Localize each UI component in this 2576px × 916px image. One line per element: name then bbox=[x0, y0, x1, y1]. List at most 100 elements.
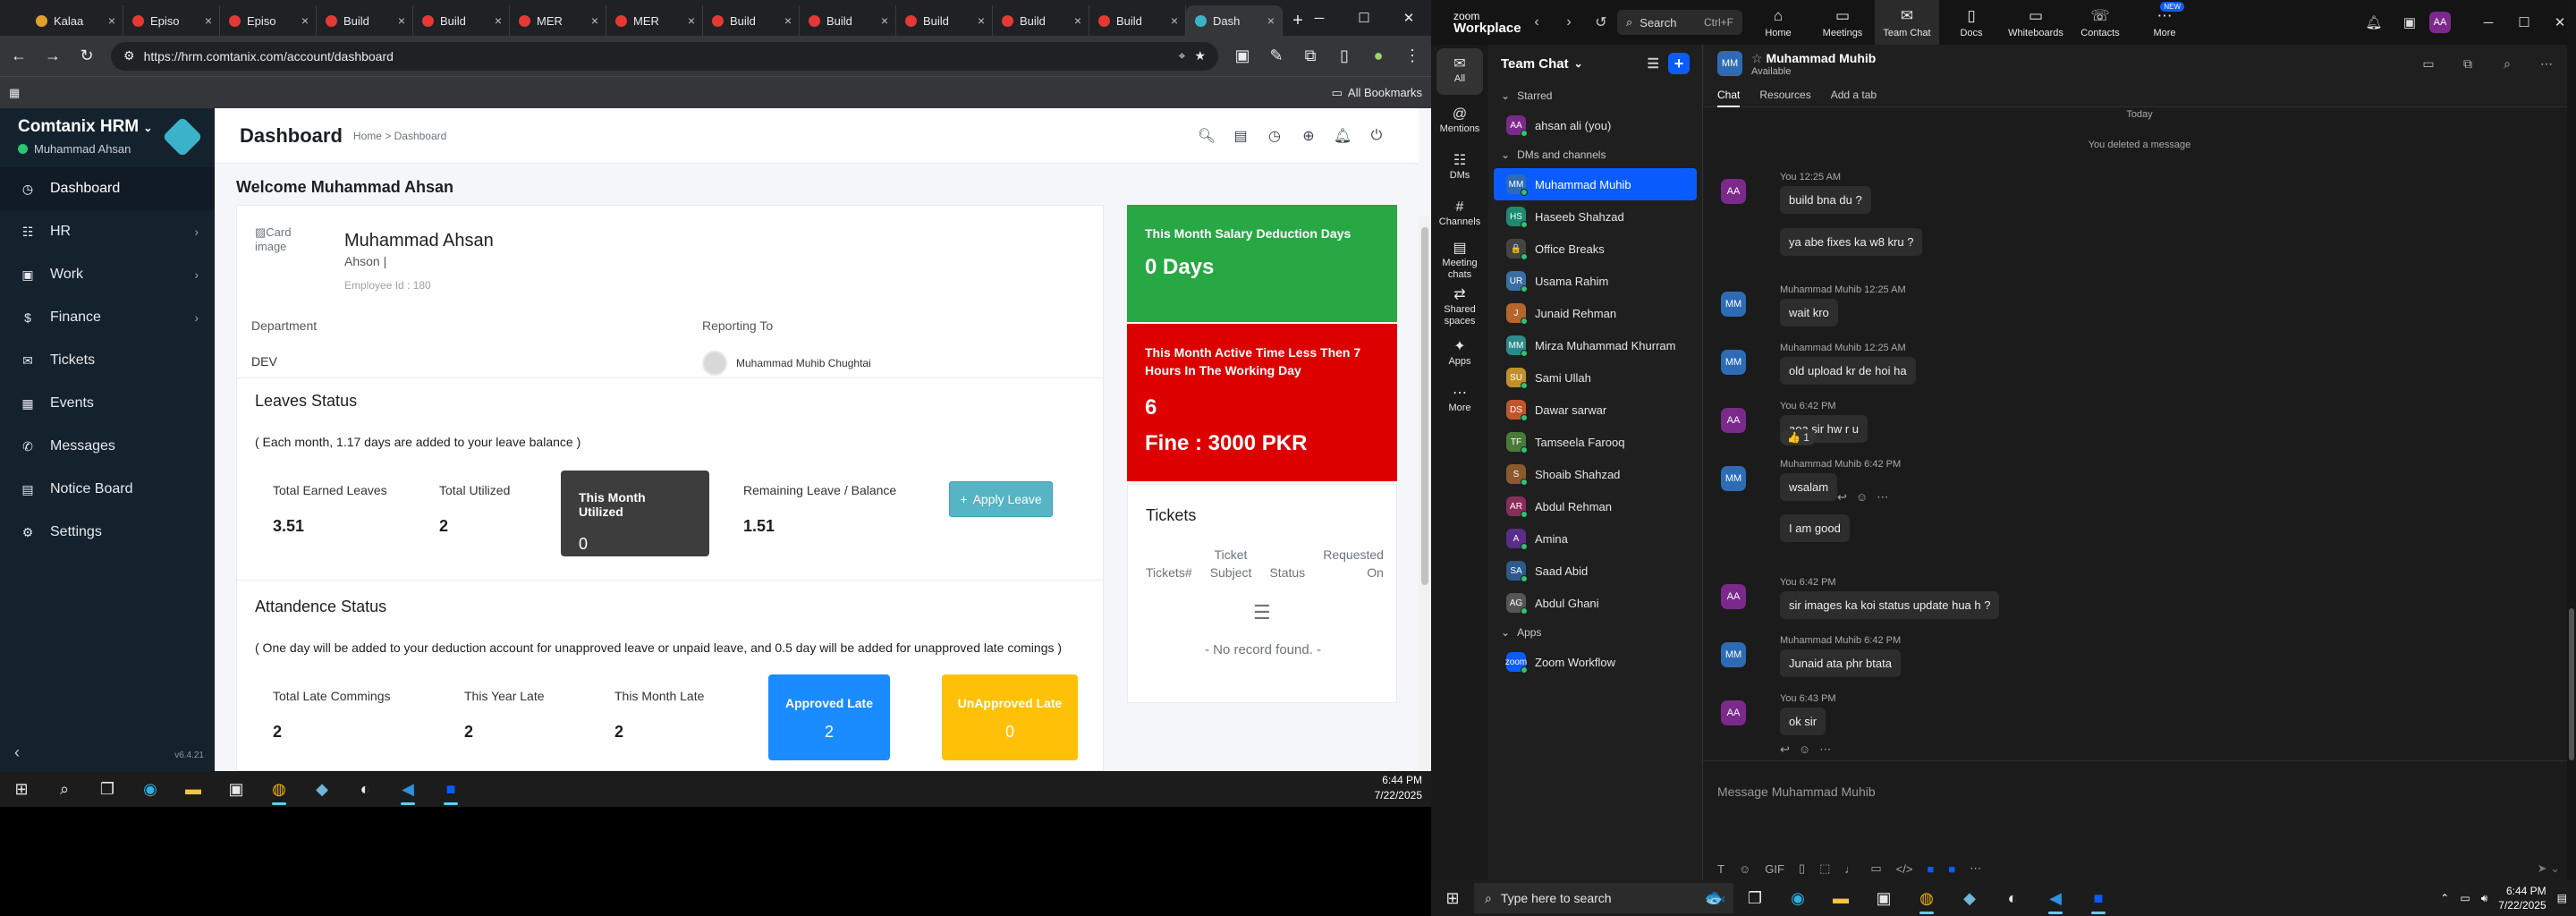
zoom-tab-whiteboards[interactable]: ▭ Whiteboards bbox=[2004, 0, 2068, 45]
close-icon[interactable]: × bbox=[688, 13, 695, 28]
list-item[interactable]: SU Sami Ullah bbox=[1494, 361, 1697, 394]
browser-tab[interactable]: Build × bbox=[1089, 5, 1186, 36]
taskbar-clock[interactable]: 6:44 PM 7/22/2025 bbox=[2498, 884, 2546, 912]
close-icon[interactable]: × bbox=[1267, 13, 1275, 28]
emoji-icon[interactable]: ☺ bbox=[1739, 862, 1750, 876]
more-icon[interactable]: ⋯ bbox=[1819, 742, 1831, 756]
browser-tab[interactable]: MER × bbox=[510, 5, 606, 36]
video-call-icon[interactable]: ▭ bbox=[2413, 56, 2444, 72]
list-item[interactable]: 🔒 Office Breaks bbox=[1494, 233, 1697, 265]
vscode-icon[interactable]: ◀ bbox=[386, 771, 429, 807]
chat-tab-add-a-tab[interactable]: Add a tab bbox=[1831, 89, 1877, 101]
windows-start-icon[interactable]: ⊞ bbox=[0, 771, 43, 807]
apps-grid-icon[interactable]: ▦ bbox=[9, 86, 20, 100]
store-icon[interactable]: ▣ bbox=[1862, 880, 1905, 916]
taskbar-clock[interactable]: 6:44 PM 7/22/2025 bbox=[1375, 773, 1422, 803]
sidebar-item-events[interactable]: ▦ Events bbox=[0, 382, 215, 425]
chat-tab-chat[interactable]: Chat bbox=[1717, 89, 1741, 107]
close-icon[interactable]: × bbox=[108, 13, 115, 28]
browser-tab[interactable]: Episo × bbox=[123, 5, 220, 36]
maximize-icon[interactable]: ☐ bbox=[1342, 0, 1386, 36]
reaction[interactable]: 👍 1 bbox=[1780, 429, 1817, 445]
app-icon[interactable]: ◆ bbox=[301, 771, 343, 807]
chat-scrollbar[interactable] bbox=[2567, 0, 2576, 880]
zoom-taskbar-icon[interactable]: ■ bbox=[2077, 880, 2120, 916]
sidebar-item-messages[interactable]: ✆ Messages bbox=[0, 425, 215, 468]
zoom-tab-docs[interactable]: ▯ Docs bbox=[1939, 0, 2004, 45]
search-icon[interactable]: 🔍︎ bbox=[1190, 127, 1224, 145]
close-icon[interactable]: × bbox=[591, 13, 598, 28]
close-icon[interactable]: × bbox=[881, 13, 888, 28]
list-item[interactable]: SA Saad Abid bbox=[1494, 555, 1697, 587]
browser-tab[interactable]: Build × bbox=[993, 5, 1089, 36]
list-item[interactable]: zoom Zoom Workflow bbox=[1494, 646, 1697, 678]
bell-icon[interactable]: 🔔︎ bbox=[1326, 127, 1360, 145]
close-icon[interactable]: × bbox=[1074, 13, 1081, 28]
rail-item-channels[interactable]: # Channels bbox=[1431, 191, 1488, 238]
notification-icon[interactable]: ▤ bbox=[2557, 892, 2567, 904]
screenshot-icon[interactable]: ⬚ bbox=[1819, 861, 1830, 876]
sidebar-item-work[interactable]: ▣ Work › bbox=[0, 253, 215, 296]
location-icon[interactable]: ⌖ bbox=[1179, 48, 1186, 64]
list-section[interactable]: ⌄ Apps bbox=[1488, 619, 1702, 646]
rail-item-dms[interactable]: ☷ DMs bbox=[1431, 145, 1488, 191]
minimize-icon[interactable]: ─ bbox=[2472, 15, 2504, 30]
minimize-icon[interactable]: ─ bbox=[1297, 0, 1342, 36]
profile-icon[interactable]: ● bbox=[1368, 47, 1388, 65]
more-icon[interactable]: ⋯ bbox=[1970, 861, 1981, 876]
bell-icon[interactable]: 🔔︎ bbox=[2358, 14, 2390, 30]
add-icon[interactable]: ⊕ bbox=[1292, 127, 1326, 145]
bookmark-star-icon[interactable]: ★ bbox=[1194, 48, 1206, 64]
message-bubble[interactable]: old upload kr de hoi ha bbox=[1780, 357, 1916, 385]
close-icon[interactable]: × bbox=[205, 13, 212, 28]
browser-menu-icon[interactable]: ⋮ bbox=[1402, 47, 1422, 65]
sidebar-item-finance[interactable]: $ Finance › bbox=[0, 296, 215, 339]
browser-tab[interactable]: Build × bbox=[896, 5, 993, 36]
message-bubble[interactable]: I am good bbox=[1780, 514, 1850, 542]
emoji-icon[interactable]: ☺ bbox=[1799, 742, 1810, 756]
windows-start-icon[interactable]: ⊞ bbox=[1431, 880, 1474, 916]
more-icon[interactable]: ⋯ bbox=[1877, 490, 1888, 504]
chat-list-title[interactable]: Team Chat bbox=[1501, 56, 1569, 72]
zoom-tab-more[interactable]: ⋯ More NEW bbox=[2132, 0, 2197, 45]
list-item[interactable]: HS Haseeb Shahzad bbox=[1494, 200, 1697, 233]
message-bubble[interactable]: Junaid ata phr btata bbox=[1780, 649, 1901, 677]
list-item[interactable]: A Amina bbox=[1494, 522, 1697, 555]
collapse-sidebar-icon[interactable]: ‹ bbox=[14, 743, 20, 762]
list-item[interactable]: S Shoaib Shahzad bbox=[1494, 458, 1697, 490]
page-scrollbar[interactable] bbox=[1419, 216, 1431, 771]
list-item[interactable]: J Junaid Rehman bbox=[1494, 297, 1697, 329]
rail-item-meeting-chats[interactable]: ▤ Meeting chats bbox=[1431, 238, 1488, 284]
app-icon[interactable]: ■ bbox=[1948, 862, 1955, 876]
rail-item-all[interactable]: ✉ All bbox=[1436, 48, 1483, 95]
list-item[interactable]: MM Mirza Muhammad Khurram bbox=[1494, 329, 1697, 361]
reply-icon[interactable]: ↩ bbox=[1837, 490, 1847, 504]
close-icon[interactable]: × bbox=[978, 13, 985, 28]
chrome-icon[interactable]: ◍ bbox=[1905, 880, 1948, 916]
close-icon[interactable]: × bbox=[1171, 13, 1178, 28]
sidebar-item-notice-board[interactable]: ▤ Notice Board bbox=[0, 468, 215, 511]
list-item[interactable]: UR Usama Rahim bbox=[1494, 265, 1697, 297]
sidebar-item-tickets[interactable]: ✉ Tickets bbox=[0, 339, 215, 382]
close-icon[interactable]: × bbox=[301, 13, 309, 28]
sidebar-item-settings[interactable]: ⚙ Settings bbox=[0, 511, 215, 554]
extension-icon[interactable]: ▣ bbox=[1233, 47, 1252, 65]
task-view-icon[interactable]: ❐ bbox=[1733, 880, 1776, 916]
rail-item-shared-spaces[interactable]: ⇄ Shared spaces bbox=[1431, 284, 1488, 331]
screen-share-icon[interactable]: ⧉ bbox=[2453, 56, 2483, 72]
send-icon[interactable]: ➤ ⌄ bbox=[2538, 861, 2560, 876]
site-info-icon[interactable]: ⚙ bbox=[123, 48, 135, 64]
all-bookmarks[interactable]: All Bookmarks bbox=[1348, 86, 1422, 99]
message-bubble[interactable]: build bna du ? bbox=[1780, 186, 1871, 214]
zoom-tab-team-chat[interactable]: ✉ Team Chat bbox=[1875, 0, 1939, 45]
browser-tab[interactable]: Dash × bbox=[1186, 5, 1283, 36]
power-icon[interactable]: ⏻ bbox=[1360, 128, 1394, 144]
clock-icon[interactable]: ◷ bbox=[1258, 127, 1292, 145]
video-clip-icon[interactable]: ▭ bbox=[1870, 861, 1881, 876]
rail-item-apps[interactable]: ✦ Apps bbox=[1431, 331, 1488, 377]
zoom-taskbar-icon[interactable]: ■ bbox=[429, 771, 472, 807]
browser-tab[interactable]: Build × bbox=[413, 5, 510, 36]
back-icon[interactable]: ← bbox=[9, 47, 29, 65]
emoji-icon[interactable]: ☺ bbox=[1856, 490, 1868, 504]
filter-icon[interactable]: ☰ bbox=[1648, 55, 1659, 72]
